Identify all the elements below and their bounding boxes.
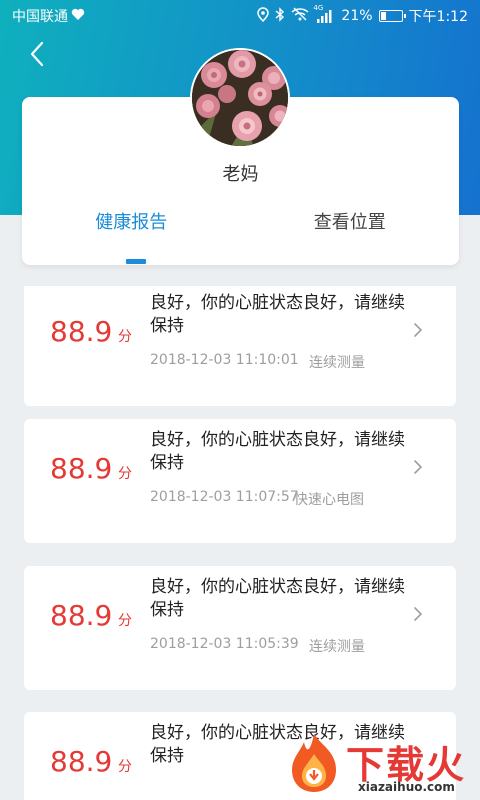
tab-health-report[interactable]: 健康报告 (22, 205, 241, 245)
battery-icon (378, 10, 406, 22)
report-type: 连续测量 (309, 355, 365, 371)
report-message: 良好，你的心脏状态良好，请继续保持 (150, 430, 405, 473)
chevron-right-icon (413, 322, 423, 342)
tab-bar: 健康报告 查看位置 (22, 205, 459, 245)
status-right: 4G 21% 下午1:12 (257, 4, 468, 26)
report-score-unit: 分 (118, 329, 132, 345)
chevron-right-icon (413, 459, 423, 479)
report-datetime: 2018-12-03 11:05:39 (150, 636, 299, 652)
report-message: 良好，你的心脏状态良好，请继续保持 (150, 577, 405, 620)
report-datetime: 2018-12-03 11:10:01 (150, 352, 299, 368)
network-type-label: 4G (313, 4, 324, 12)
location-icon (257, 6, 270, 26)
report-score-unit: 分 (118, 466, 132, 482)
report-message: 良好，你的心脏状态良好，请继续保持 (150, 293, 405, 336)
report-type: 连续测量 (309, 639, 365, 655)
report-list[interactable]: 88.9 分 良好，你的心脏状态良好，请继续保持 2018-12-03 11:1… (0, 286, 480, 800)
report-card-1[interactable]: 88.9 分 良好，你的心脏状态良好，请继续保持 2018-12-03 11:1… (24, 286, 456, 406)
report-score: 88.9 (50, 745, 113, 778)
carrier-label: 中国联通 (12, 9, 68, 25)
report-score-unit: 分 (118, 759, 132, 775)
report-score-unit: 分 (118, 613, 132, 629)
tab-view-location[interactable]: 查看位置 (241, 205, 460, 245)
flame-logo-icon (292, 734, 336, 792)
heart-icon (71, 8, 85, 25)
watermark-url: xiazaihuo.com (358, 780, 455, 794)
avatar[interactable] (190, 48, 290, 148)
clock-label: 下午1:12 (408, 9, 468, 25)
report-card-2[interactable]: 88.9 分 良好，你的心脏状态良好，请继续保持 2018-12-03 11:0… (24, 419, 456, 543)
bluetooth-icon (275, 6, 285, 26)
back-button[interactable] (24, 41, 50, 71)
status-bar: 中国联通 4G 21% 下午1:12 (0, 0, 480, 32)
report-score: 88.9 (50, 315, 113, 348)
tab-active-indicator (126, 259, 146, 264)
chevron-left-icon (30, 41, 44, 71)
report-score: 88.9 (50, 599, 113, 632)
watermark: 下载火 xiazaihuo.com (276, 726, 480, 800)
battery-percent: 21% (341, 8, 373, 24)
chevron-right-icon (413, 606, 423, 626)
signal-icon: 4G (313, 4, 335, 23)
report-score: 88.9 (50, 452, 113, 485)
report-type: 快速心电图 (294, 492, 364, 508)
profile-name: 老妈 (222, 164, 259, 185)
rose-picture (192, 50, 288, 146)
report-datetime: 2018-12-03 11:07:57 (150, 489, 299, 505)
wifi-off-icon (291, 7, 309, 25)
status-left: 中国联通 (12, 6, 85, 26)
report-card-3[interactable]: 88.9 分 良好，你的心脏状态良好，请继续保持 2018-12-03 11:0… (24, 566, 456, 690)
